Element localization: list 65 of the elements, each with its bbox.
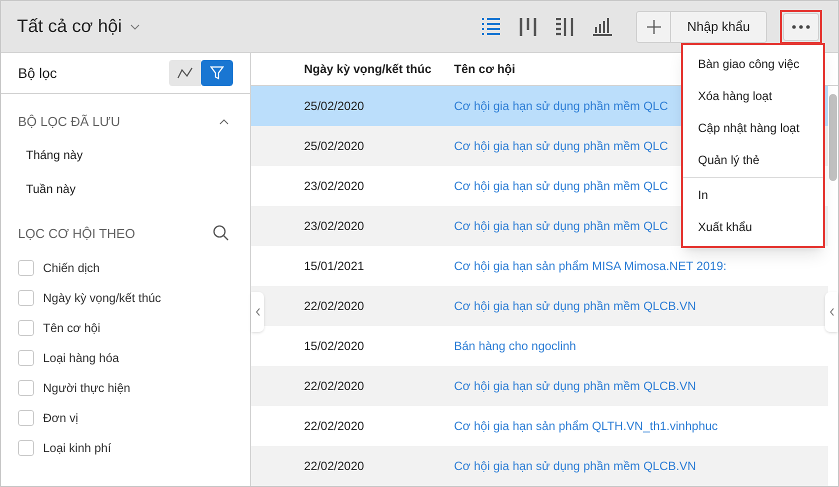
more-button[interactable] — [783, 12, 819, 40]
table-cell-text: 23/02/2020 — [304, 178, 366, 195]
table-cell-text: 23/02/2020 — [304, 218, 366, 235]
saved-filter-item[interactable]: Tuần này — [26, 180, 225, 198]
column-header[interactable]: Tên cơ hội — [454, 60, 516, 78]
opportunity-link[interactable]: Bán hàng cho ngoclinh — [454, 337, 576, 355]
search-icon[interactable] — [213, 225, 229, 242]
filter-icon — [210, 66, 224, 80]
section-title: LỌC CƠ HỘI THEO — [18, 224, 136, 242]
filter-label: Tên cơ hội — [43, 320, 100, 337]
more-icon — [792, 24, 810, 28]
opportunity-link[interactable]: Cơ hội gia hạn sử dụng phần mềm QLCB.VN — [454, 297, 696, 315]
section-title: BỘ LỌC ĐÃ LƯU — [18, 113, 120, 131]
table-row[interactable]: 22/02/2020 Cơ hội gia hạn sử dụng phần mềm QLCB.VN — [251, 286, 828, 326]
table-cell-text: 25/02/2020 — [304, 138, 366, 155]
table-cell-text: 15/02/2020 — [304, 338, 366, 355]
saved-filter-item[interactable]: Tháng này — [26, 146, 225, 164]
opportunity-link[interactable]: Cơ hội gia hạn sử dụng phần mềm QLCB.VN — [454, 457, 696, 475]
chevron-left-icon — [830, 308, 834, 316]
split-view-icon[interactable] — [556, 18, 576, 36]
collapse-handle[interactable] — [251, 292, 264, 332]
opportunity-link[interactable]: Cơ hội gia hạn sử dụng phần mềm QLCB.VN — [454, 377, 696, 395]
chevron-down-icon[interactable] — [130, 24, 140, 30]
opportunity-link[interactable]: Cơ hội gia hạn sử dụng phần mềm QLC — [454, 177, 668, 195]
opportunity-link[interactable]: Cơ hội gia hạn sản phẩm MISA Mimosa.NET 2019: — [454, 257, 726, 275]
opportunity-link[interactable]: Cơ hội gia hạn sử dụng phần mềm QLC — [454, 217, 668, 235]
checkbox[interactable] — [18, 410, 34, 426]
chevron-left-icon — [256, 308, 260, 316]
checkbox[interactable] — [18, 260, 34, 276]
expand-handle[interactable] — [825, 292, 838, 332]
checkbox[interactable] — [18, 350, 34, 366]
table-cell-text: 15/01/2021 — [304, 258, 366, 275]
columns-view-icon[interactable] — [519, 18, 538, 36]
filter-label: Ngày kỳ vọng/kết thúc — [43, 290, 162, 307]
filter-label: Người thực hiện — [43, 380, 130, 397]
table-cell-text: 22/02/2020 — [304, 298, 366, 315]
list-view-icon[interactable] — [482, 18, 502, 36]
filter-label: Đơn vị — [43, 410, 78, 427]
trend-button[interactable] — [169, 60, 201, 86]
checkbox[interactable] — [18, 440, 34, 456]
table-cell-text: 22/02/2020 — [304, 378, 366, 395]
checkbox[interactable] — [18, 320, 34, 336]
table-cell-text: 22/02/2020 — [304, 418, 366, 435]
table-row[interactable]: 22/02/2020 Cơ hội gia hạn sử dụng phần mềm QLCB.VN — [251, 446, 828, 486]
table-row[interactable]: 22/02/2020 Cơ hội gia hạn sử dụng phần mềm QLCB.VN — [251, 366, 828, 406]
page-title[interactable]: Tất cả cơ hội — [17, 13, 122, 40]
chevron-icon[interactable] — [219, 118, 229, 125]
table-cell-text: 22/02/2020 — [304, 458, 366, 475]
checkbox[interactable] — [18, 380, 34, 396]
filter-button[interactable] — [201, 60, 233, 86]
bar-chart-icon[interactable] — [593, 18, 612, 36]
opportunity-link[interactable]: Cơ hội gia hạn sử dụng phần mềm QLC — [454, 137, 668, 155]
filter-label: Loại kinh phí — [43, 440, 112, 457]
filter-label: Chiến dịch — [43, 260, 100, 277]
opportunity-link[interactable]: Cơ hội gia hạn sản phẩm QLTH.VN_th1.vinhphuc — [454, 417, 718, 435]
line-chart-icon — [177, 67, 193, 79]
table-cell-text: 25/02/2020 — [304, 98, 366, 115]
plus-icon — [646, 20, 661, 34]
menu-item[interactable]: Bàn giao công việc — [683, 48, 823, 80]
column-header[interactable]: Ngày kỳ vọng/kết thúc — [304, 60, 454, 78]
menu-item[interactable]: Xuất khẩu — [683, 211, 823, 243]
checkbox[interactable] — [18, 290, 34, 306]
filter-label: Loại hàng hóa — [43, 350, 120, 367]
scrollbar-thumb[interactable] — [829, 94, 837, 181]
sidebar-title: Bộ lọc — [18, 64, 57, 82]
